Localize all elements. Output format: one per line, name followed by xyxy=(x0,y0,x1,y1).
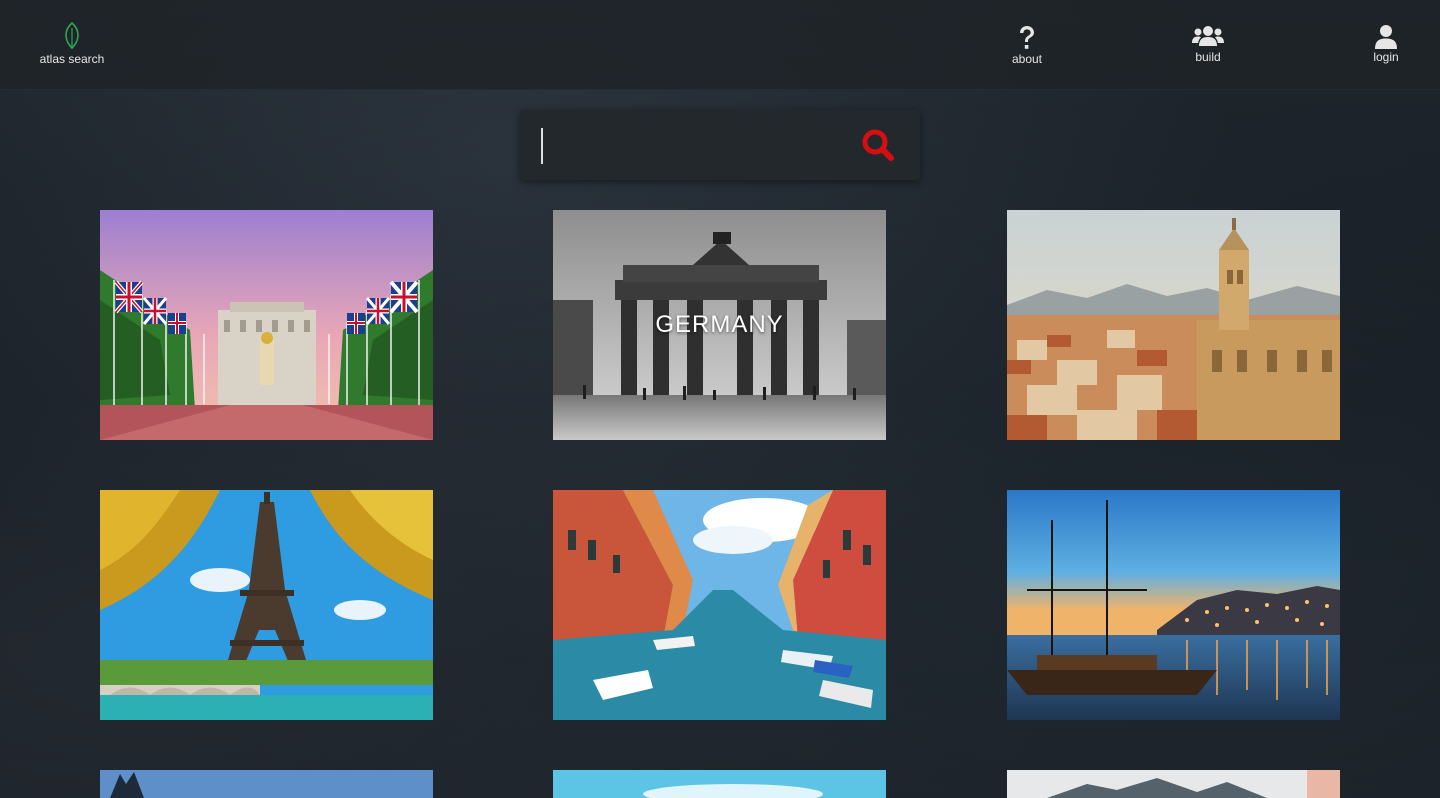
destination-card[interactable] xyxy=(553,490,886,720)
nav-about-label: about xyxy=(1011,52,1043,66)
nav-login[interactable]: login xyxy=(1351,24,1421,68)
search-box xyxy=(520,110,920,180)
venice-image xyxy=(553,490,886,720)
nav-build[interactable]: build xyxy=(1173,24,1243,68)
mountain-image xyxy=(100,770,433,798)
destination-card[interactable] xyxy=(553,770,886,798)
destination-card[interactable] xyxy=(100,770,433,798)
search-button[interactable] xyxy=(860,127,896,163)
brand-label: atlas search xyxy=(39,52,105,66)
paris-image xyxy=(100,490,433,720)
destination-card[interactable] xyxy=(100,210,433,440)
nav-login-label: login xyxy=(1373,50,1399,64)
brand-link[interactable]: atlas search xyxy=(32,22,112,70)
malaga-image xyxy=(1007,210,1340,440)
destination-card[interactable] xyxy=(100,490,433,720)
destination-card[interactable] xyxy=(1007,770,1340,798)
tropical-image xyxy=(553,770,886,798)
destination-card[interactable] xyxy=(1007,210,1340,440)
destination-card[interactable] xyxy=(1007,490,1340,720)
london-image xyxy=(100,210,433,440)
users-icon xyxy=(1192,26,1224,46)
card-title: GERMANY xyxy=(655,311,784,338)
coast-image xyxy=(1007,770,1340,798)
leaf-icon xyxy=(65,22,79,50)
nav-about[interactable]: about xyxy=(992,24,1062,68)
porto-image xyxy=(1007,490,1340,720)
search-icon xyxy=(862,129,894,161)
search-input[interactable] xyxy=(538,127,848,163)
navbar: atlas search about build login xyxy=(0,0,1440,90)
user-icon xyxy=(1375,25,1397,49)
text-caret xyxy=(541,128,543,164)
question-icon xyxy=(1020,26,1034,49)
destination-card[interactable]: GERMANY xyxy=(553,210,886,440)
nav-build-label: build xyxy=(1195,50,1221,64)
